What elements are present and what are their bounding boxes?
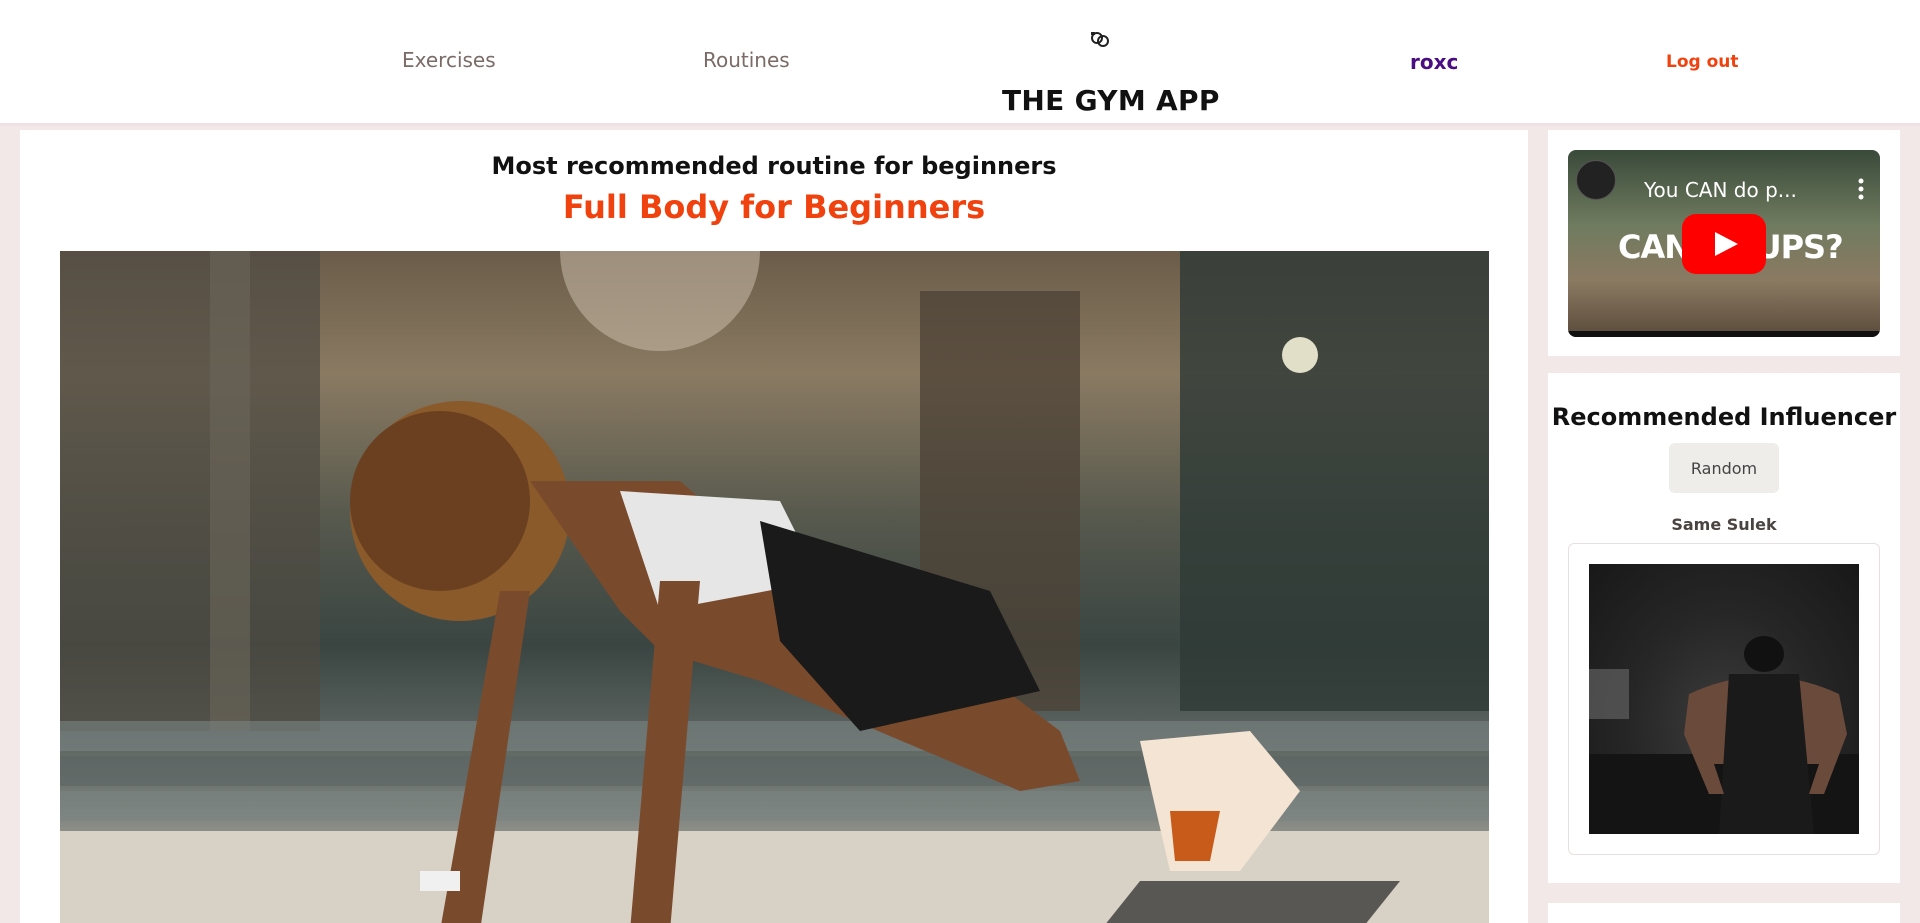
influencer-heading: Recommended Influencer — [1551, 403, 1897, 431]
recommended-routine-card: Most recommended routine for beginners F… — [20, 130, 1528, 923]
routine-title-link[interactable]: Full Body for Beginners — [20, 188, 1528, 226]
more-vertical-icon[interactable] — [1852, 178, 1870, 200]
user-profile-link[interactable]: roxc — [1410, 50, 1458, 74]
gym-logo-icon[interactable] — [1088, 28, 1112, 52]
youtube-play-icon[interactable] — [1682, 214, 1766, 274]
youtube-video-embed[interactable]: You CAN do p... CAN'T HUPS? — [1568, 150, 1880, 337]
app-title[interactable]: THE GYM APP — [1002, 84, 1220, 117]
video-title[interactable]: You CAN do p... — [1644, 178, 1797, 202]
section-subtitle: Most recommended routine for beginners — [491, 152, 1057, 180]
random-influencer-button[interactable]: Random — [1669, 443, 1779, 493]
sidebar-next-card — [1548, 903, 1900, 923]
logout-link[interactable]: Log out — [1666, 52, 1739, 72]
influencer-name: Same Sulek — [1671, 515, 1777, 534]
recommended-influencer-card: Recommended Influencer Random Same Sulek — [1548, 373, 1900, 883]
routine-hero-image[interactable] — [60, 251, 1489, 923]
top-navbar: Exercises Routines THE GYM APP roxc Log … — [0, 0, 1920, 126]
featured-video-card: You CAN do p... CAN'T HUPS? — [1548, 130, 1900, 356]
influencer-photo[interactable] — [1589, 564, 1859, 834]
nav-exercises-link[interactable]: Exercises — [402, 48, 496, 72]
influencer-photo-frame — [1568, 543, 1880, 855]
nav-routines-link[interactable]: Routines — [703, 48, 790, 72]
video-progress-bar[interactable] — [1568, 331, 1880, 337]
channel-avatar[interactable] — [1576, 160, 1616, 200]
